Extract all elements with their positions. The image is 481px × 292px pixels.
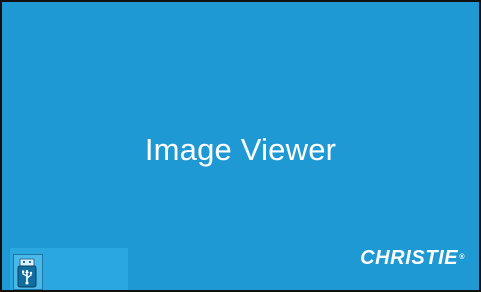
christie-logo-text: CHRISTIE [360,247,459,269]
usb-drive-icon [17,258,37,288]
screen-title: Image Viewer [144,132,337,167]
christie-logo: CHRISTIE® [360,248,465,268]
registered-trademark-mark: ® [459,254,465,261]
image-viewer-screen: Image Viewer CHRISTIE® [0,0,481,292]
